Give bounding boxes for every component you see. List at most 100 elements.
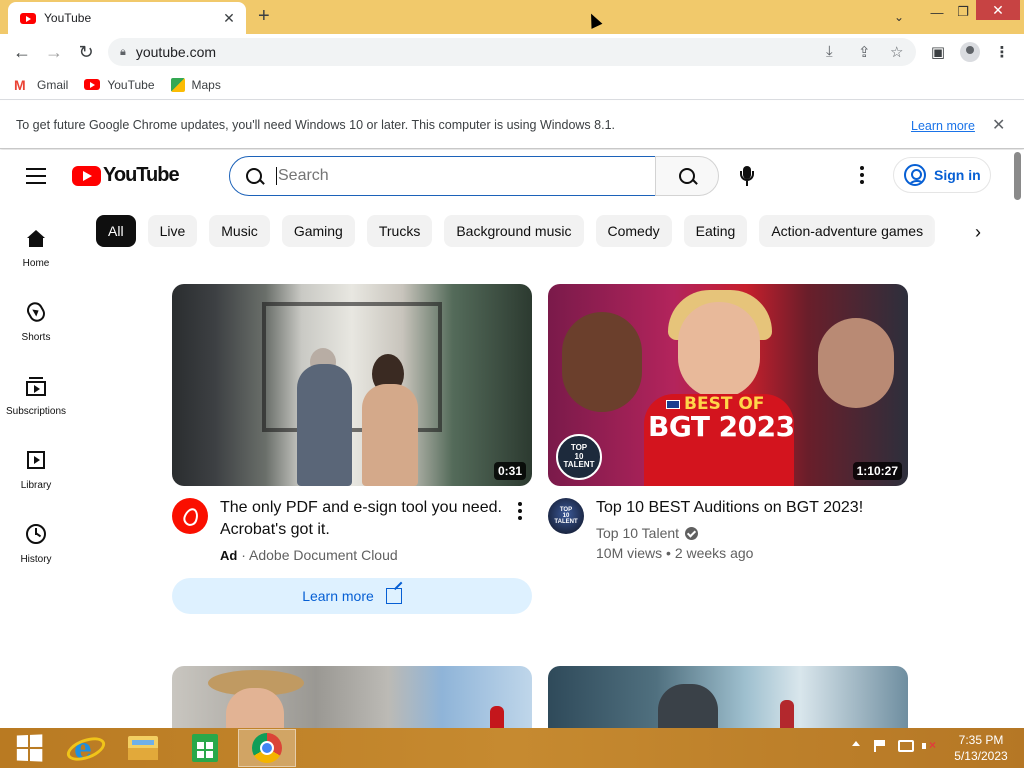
channel-avatar-top10[interactable]: TOP 10 TALENT: [548, 498, 584, 534]
microphone-icon[interactable]: [736, 164, 758, 188]
bookmark-maps[interactable]: Maps: [170, 77, 221, 92]
search-button[interactable]: [655, 156, 719, 196]
external-link-icon: [385, 588, 402, 604]
window-close-button[interactable]: ✕: [976, 0, 1020, 20]
back-arrow-icon[interactable]: ←: [10, 40, 34, 64]
channel-line[interactable]: Top 10 Talent: [596, 523, 699, 543]
guide-label: Subscriptions: [5, 406, 67, 417]
sign-in-button[interactable]: Sign in: [893, 157, 991, 193]
guide-item-shorts[interactable]: Shorts: [0, 299, 72, 362]
bookmark-label: YouTube: [107, 77, 155, 92]
tab-close-icon[interactable]: ✕: [220, 10, 238, 27]
youtube-wordmark: YouTube: [103, 164, 180, 186]
chip-live[interactable]: Live: [147, 215, 198, 247]
show-hidden-icons-icon[interactable]: [852, 741, 860, 746]
video-thumbnail[interactable]: BEST OF BGT 2023 TOP 10 TALENT 1:10:27: [548, 284, 908, 486]
bookmark-gmail[interactable]: Gmail: [14, 77, 69, 93]
lock-icon: 🔒︎: [120, 45, 126, 58]
side-panel-icon[interactable]: ▣: [926, 40, 950, 64]
search-input[interactable]: [276, 167, 616, 185]
learn-more-label: Learn more: [302, 588, 374, 604]
reload-icon[interactable]: ↻: [74, 40, 98, 64]
gmail-icon: [14, 77, 30, 93]
top10-talent-badge: TOP 10 TALENT: [556, 434, 602, 480]
video-thumbnail[interactable]: [172, 666, 532, 728]
install-app-icon[interactable]: ⤓: [826, 43, 833, 60]
window-restore-button[interactable]: ❐: [950, 0, 976, 24]
guide-item-home[interactable]: Home: [0, 226, 72, 288]
chip-trucks[interactable]: Trucks: [366, 215, 433, 247]
chip-background-music[interactable]: Background music: [444, 215, 584, 247]
video-title[interactable]: Top 10 BEST Auditions on BGT 2023!: [596, 497, 896, 519]
profile-icon[interactable]: [958, 40, 982, 64]
bookmark-youtube[interactable]: YouTube: [84, 77, 155, 92]
search-icon: [246, 168, 262, 184]
bookmark-star-icon[interactable]: ☆: [890, 43, 903, 61]
user-circle-icon: [904, 164, 926, 186]
clock-time: 7:35 PM: [958, 733, 1004, 747]
guide-item-subscriptions[interactable]: Subscriptions: [0, 374, 72, 436]
taskbar-store[interactable]: [176, 729, 234, 767]
bookmark-label: Gmail: [37, 77, 69, 92]
share-icon[interactable]: ⇪: [858, 43, 871, 61]
address-url: youtube.com: [135, 44, 217, 60]
settings-more-icon[interactable]: [860, 166, 870, 187]
browser-tab-youtube[interactable]: YouTube ✕: [8, 2, 246, 34]
guide-item-history[interactable]: History: [0, 522, 72, 584]
address-bar[interactable]: 🔒︎ youtube.com: [108, 38, 916, 66]
chip-next-chevron-icon[interactable]: ›: [966, 220, 990, 244]
file-explorer-icon: [128, 736, 158, 760]
infobar-close-icon[interactable]: ✕: [992, 115, 1005, 135]
hamburger-menu-icon[interactable]: [26, 168, 46, 189]
maps-icon: [170, 77, 185, 92]
forward-arrow-icon[interactable]: →: [42, 40, 66, 64]
page-scrollbar[interactable]: [1012, 150, 1024, 728]
subscriptions-icon: [24, 374, 48, 398]
chip-eating[interactable]: Eating: [683, 215, 748, 247]
taskbar-internet-explorer[interactable]: e: [54, 729, 112, 767]
network-icon[interactable]: [898, 740, 914, 752]
system-clock[interactable]: 7:35 PM 5/13/2023: [944, 732, 1018, 764]
video-thumbnail[interactable]: 0:31: [172, 284, 532, 486]
infobar-message: To get future Google Chrome updates, you…: [16, 118, 615, 132]
chip-bar: All Live Music Gaming Trucks Background …: [96, 215, 956, 247]
tab-title: YouTube: [44, 11, 92, 25]
guide-label: Library: [20, 480, 52, 491]
action-center-flag-icon[interactable]: [874, 740, 886, 752]
chrome-menu-icon[interactable]: ⋮: [990, 40, 1014, 64]
chip-comedy[interactable]: Comedy: [595, 215, 672, 247]
channel-name[interactable]: Adobe Document Cloud: [249, 547, 398, 563]
video-title[interactable]: The only PDF and e-sign tool you need. A…: [220, 497, 510, 541]
chip-all[interactable]: All: [96, 215, 136, 247]
infobar-learn-more-link[interactable]: Learn more: [911, 119, 975, 133]
guide-item-library[interactable]: Library: [0, 448, 72, 510]
chip-music[interactable]: Music: [209, 215, 270, 247]
tab-search-chevron-icon[interactable]: ⌄: [888, 5, 910, 29]
youtube-favicon-icon: [20, 12, 36, 24]
new-tab-button[interactable]: +: [258, 6, 270, 26]
acrobat-icon: [182, 508, 198, 524]
volume-muted-icon[interactable]: [922, 738, 936, 752]
guide-label: Shorts: [21, 332, 51, 343]
thumbnail-text-line2: BGT 2023: [648, 410, 795, 443]
chip-action-adventure-games[interactable]: Action-adventure games: [759, 215, 936, 247]
ad-learn-more-button[interactable]: Learn more: [172, 578, 532, 614]
bookmark-label: Maps: [191, 77, 221, 92]
chip-gaming[interactable]: Gaming: [281, 215, 355, 247]
window-minimize-button[interactable]: —: [924, 0, 950, 24]
taskbar-file-explorer[interactable]: [114, 729, 172, 767]
bookmarks-bar: Gmail YouTube Maps: [0, 70, 1024, 100]
youtube-icon: [84, 79, 101, 90]
taskbar-chrome[interactable]: [238, 729, 296, 767]
search-icon: [679, 168, 695, 184]
video-duration: 1:10:27: [852, 462, 902, 480]
browser-toolbar: ← → ↻ 🔒︎ youtube.com ⤓ ⇪ ☆ ▣ ⋮: [0, 34, 1024, 70]
windows-taskbar: e 7:35 PM 5/13/2023: [0, 728, 1024, 768]
scrollbar-thumb[interactable]: [1014, 152, 1021, 200]
mouse-cursor-icon: [585, 11, 603, 29]
start-button[interactable]: [0, 729, 58, 767]
video-thumbnail[interactable]: [548, 666, 908, 728]
video-more-icon[interactable]: [518, 502, 526, 523]
channel-avatar-adobe[interactable]: [172, 498, 208, 534]
youtube-logo[interactable]: YouTube: [72, 164, 180, 187]
